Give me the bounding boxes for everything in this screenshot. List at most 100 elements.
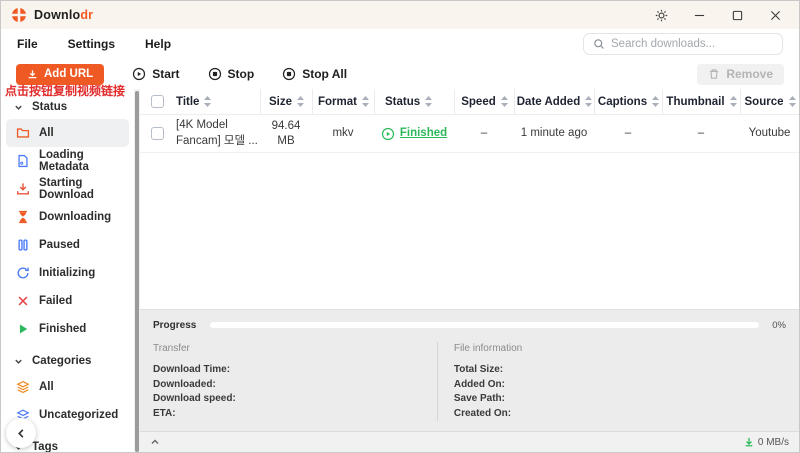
row-thumbnail: –	[662, 126, 740, 141]
menu-file[interactable]: File	[17, 37, 38, 51]
sidebar-item-loading-metadata[interactable]: Loading Metadata	[6, 147, 129, 175]
minimize-icon[interactable]	[691, 7, 707, 23]
sort-icon	[425, 96, 432, 107]
download-speed-icon	[744, 437, 754, 447]
total-size-label: Total Size:	[454, 363, 786, 378]
menu-settings[interactable]: Settings	[68, 37, 115, 51]
details-panel: Progress 0% Transfer Download Time: Down…	[140, 309, 799, 431]
remove-button[interactable]: Remove	[697, 64, 784, 85]
maximize-icon[interactable]	[729, 7, 745, 23]
stop-circle-icon	[282, 67, 296, 81]
sort-icon	[730, 96, 737, 107]
sort-icon	[789, 96, 796, 107]
folder-icon	[16, 126, 30, 140]
row-source: Youtube	[740, 126, 799, 141]
file-icon	[16, 154, 30, 168]
sort-icon	[501, 96, 508, 107]
transfer-title: Transfer	[153, 343, 437, 354]
play-icon	[16, 322, 30, 336]
column-speed[interactable]: Speed	[454, 89, 514, 114]
added-on-label: Added On:	[454, 378, 786, 393]
collapse-panel-chevron-up-icon[interactable]	[150, 437, 160, 447]
sidebar-item-initializing[interactable]: Initializing	[6, 259, 129, 287]
eta-label: ETA:	[153, 407, 437, 422]
chevron-left-icon	[16, 428, 27, 439]
x-icon	[16, 294, 30, 308]
stop-button[interactable]: Stop	[208, 67, 255, 81]
trash-icon	[708, 68, 720, 80]
sidebar-item-downloading[interactable]: Downloading	[6, 203, 129, 231]
collapse-sidebar-button[interactable]	[6, 418, 36, 448]
column-status[interactable]: Status	[374, 89, 454, 114]
layers-icon	[16, 380, 30, 394]
download-icon	[16, 182, 30, 196]
finished-play-circle-icon	[381, 127, 395, 141]
table-row[interactable]: [4K ModelFancam] 모델 ... 94.64 MB mkv Fin…	[140, 115, 799, 153]
file-information-section: File information Total Size: Added On: S…	[438, 342, 786, 421]
sort-icon	[652, 96, 659, 107]
download-speed-value: 0 MB/s	[758, 437, 789, 448]
row-checkbox[interactable]	[140, 127, 174, 140]
row-size: 94.64 MB	[260, 119, 312, 149]
start-button[interactable]: Start	[132, 67, 179, 81]
titlebar: Downlodr	[1, 1, 799, 29]
sidebar-item-paused[interactable]: Paused	[6, 231, 129, 259]
stop-circle-icon	[208, 67, 222, 81]
hourglass-icon	[16, 210, 30, 224]
column-format[interactable]: Format	[312, 89, 374, 114]
menu-help[interactable]: Help	[145, 37, 171, 51]
pause-icon	[16, 238, 30, 252]
sidebar-item-categories-all[interactable]: All	[6, 373, 129, 401]
column-title[interactable]: Title	[174, 89, 260, 114]
theme-toggle-icon[interactable]	[653, 7, 669, 23]
stop-all-button[interactable]: Stop All	[282, 67, 347, 81]
column-captions[interactable]: Captions	[594, 89, 662, 114]
sidebar-section-categories[interactable]: Categories	[1, 349, 134, 373]
search-icon	[593, 38, 605, 50]
table-header: Title Size Format Status Speed	[140, 89, 799, 115]
search-box[interactable]	[583, 33, 783, 55]
sort-icon	[362, 96, 369, 107]
row-status: Finished	[374, 126, 454, 141]
download-time-label: Download Time:	[153, 363, 437, 378]
sidebar-item-finished[interactable]: Finished	[6, 315, 129, 343]
sort-icon	[204, 96, 211, 107]
downlodr-window: Downlodr File Settings Help	[0, 0, 800, 453]
column-size[interactable]: Size	[260, 89, 312, 114]
sidebar-item-status-all[interactable]: All	[6, 119, 129, 147]
file-information-title: File information	[454, 343, 786, 354]
progress-percent: 0%	[772, 320, 786, 331]
column-thumbnail[interactable]: Thumbnail	[662, 89, 740, 114]
app-logo-icon	[11, 7, 27, 23]
row-captions: –	[594, 126, 662, 141]
select-all-checkbox[interactable]	[140, 89, 174, 114]
column-source[interactable]: Source	[740, 89, 799, 114]
scrollbar-thumb[interactable]	[135, 91, 139, 452]
sidebar-item-failed[interactable]: Failed	[6, 287, 129, 315]
sort-icon	[297, 96, 304, 107]
close-icon[interactable]	[767, 7, 783, 23]
row-format: mkv	[312, 126, 374, 141]
status-bar: 0 MB/s	[140, 431, 799, 452]
transfer-section: Transfer Download Time: Downloaded: Down…	[153, 342, 438, 421]
table-empty-area	[140, 153, 799, 309]
annotation-copy-link-tip: 点击按钮复制视频链接	[5, 82, 125, 99]
created-on-label: Created On:	[454, 407, 786, 422]
row-title: [4K ModelFancam] 모델 ...	[174, 118, 260, 149]
progress-bar	[210, 322, 759, 328]
menubar: File Settings Help	[1, 29, 799, 59]
search-input[interactable]	[611, 38, 773, 50]
sort-icon	[585, 96, 592, 107]
status-finished-link[interactable]: Finished	[400, 126, 447, 141]
sidebar-scrollbar[interactable]	[134, 89, 140, 452]
row-date-added: 1 minute ago	[514, 126, 594, 141]
download-arrow-icon	[27, 69, 38, 80]
downloaded-label: Downloaded:	[153, 378, 437, 393]
chevron-down-icon	[14, 357, 23, 366]
play-circle-icon	[132, 67, 146, 81]
downloads-panel: Title Size Format Status Speed	[140, 89, 799, 452]
sidebar: Status All Loading Metadata Starting Dow…	[1, 89, 134, 452]
app-title: Downlodr	[34, 8, 93, 22]
column-date-added[interactable]: Date Added	[514, 89, 594, 114]
sidebar-item-starting-download[interactable]: Starting Download	[6, 175, 129, 203]
